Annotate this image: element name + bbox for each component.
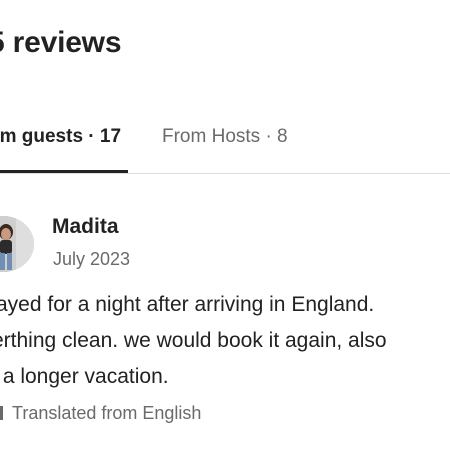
- translation-label: Translated from English: [12, 403, 202, 423]
- reviewer-avatar[interactable]: [0, 216, 34, 272]
- review-tabs: om guests · 17 From Hosts · 8: [0, 0, 450, 176]
- review-text-line: r a longer vacation.: [0, 365, 169, 388]
- tabs-divider: [0, 173, 450, 174]
- review-text-line: erthing clean. we would book it again, a…: [0, 329, 387, 352]
- reviews-page: 5 reviews om guests · 17 From Hosts · 8 …: [0, 0, 450, 450]
- review-text-line: ayed for a night after arriving in Engla…: [0, 293, 375, 316]
- review-date: July 2023: [53, 249, 131, 269]
- tab-from-guests[interactable]: om guests · 17: [0, 126, 121, 148]
- translation-note: Translated from English: [0, 403, 201, 424]
- translate-icon: [0, 404, 4, 420]
- user-photo-avatar-icon: [0, 216, 34, 272]
- reviewer-name: Madita: [52, 215, 119, 238]
- tab-from-hosts[interactable]: From Hosts · 8: [162, 126, 288, 148]
